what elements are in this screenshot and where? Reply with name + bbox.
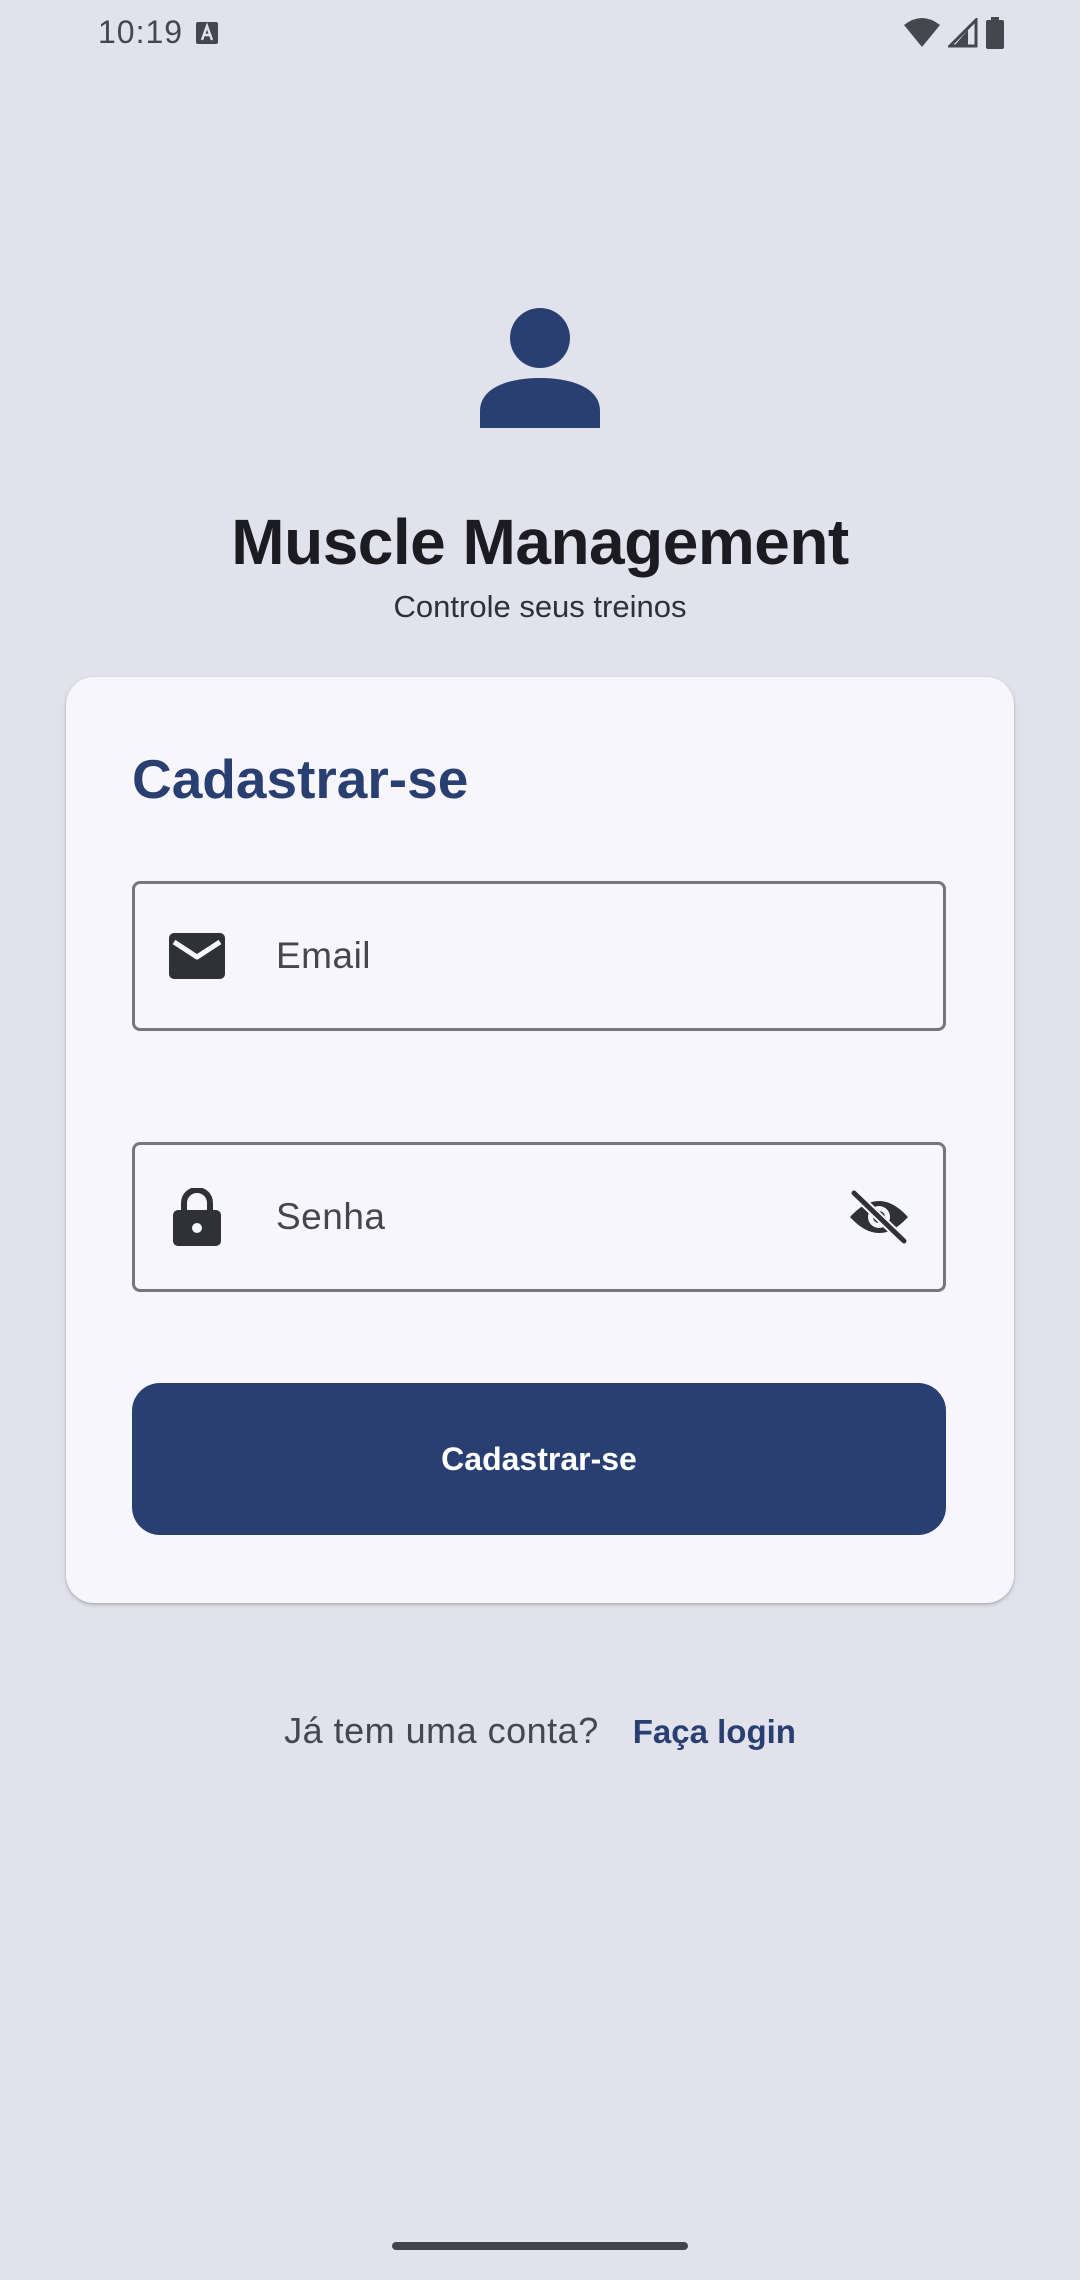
password-label: Senha <box>276 1196 386 1237</box>
cell-signal-icon <box>948 18 978 48</box>
person-icon <box>480 308 600 428</box>
notification-a-icon <box>196 22 218 44</box>
login-prompt: Já tem uma conta? Faça login <box>0 1710 1080 1752</box>
email-label: Email <box>276 935 372 976</box>
form-title: Cadastrar-se <box>132 748 469 810</box>
login-link[interactable]: Faça login <box>633 1713 796 1751</box>
mail-icon <box>169 928 225 984</box>
wifi-icon <box>904 18 940 47</box>
lock-icon <box>169 1188 225 1246</box>
login-question: Já tem uma conta? <box>284 1710 599 1751</box>
email-field[interactable]: Email <box>132 881 946 1031</box>
app-title: Muscle Management <box>231 506 849 578</box>
status-bar: 10:19 <box>0 0 1080 66</box>
status-icons <box>904 16 1004 50</box>
register-button[interactable]: Cadastrar-se <box>132 1383 946 1535</box>
password-field[interactable]: Senha <box>132 1142 946 1292</box>
home-indicator[interactable] <box>392 2242 688 2250</box>
battery-icon <box>986 17 1004 49</box>
visibility-off-icon[interactable] <box>847 1185 911 1249</box>
status-time: 10:19 <box>98 14 184 50</box>
app-subtitle: Controle seus treinos <box>393 589 687 624</box>
register-card: Cadastrar-se Email Senha Cadastrar-se <box>66 677 1014 1603</box>
